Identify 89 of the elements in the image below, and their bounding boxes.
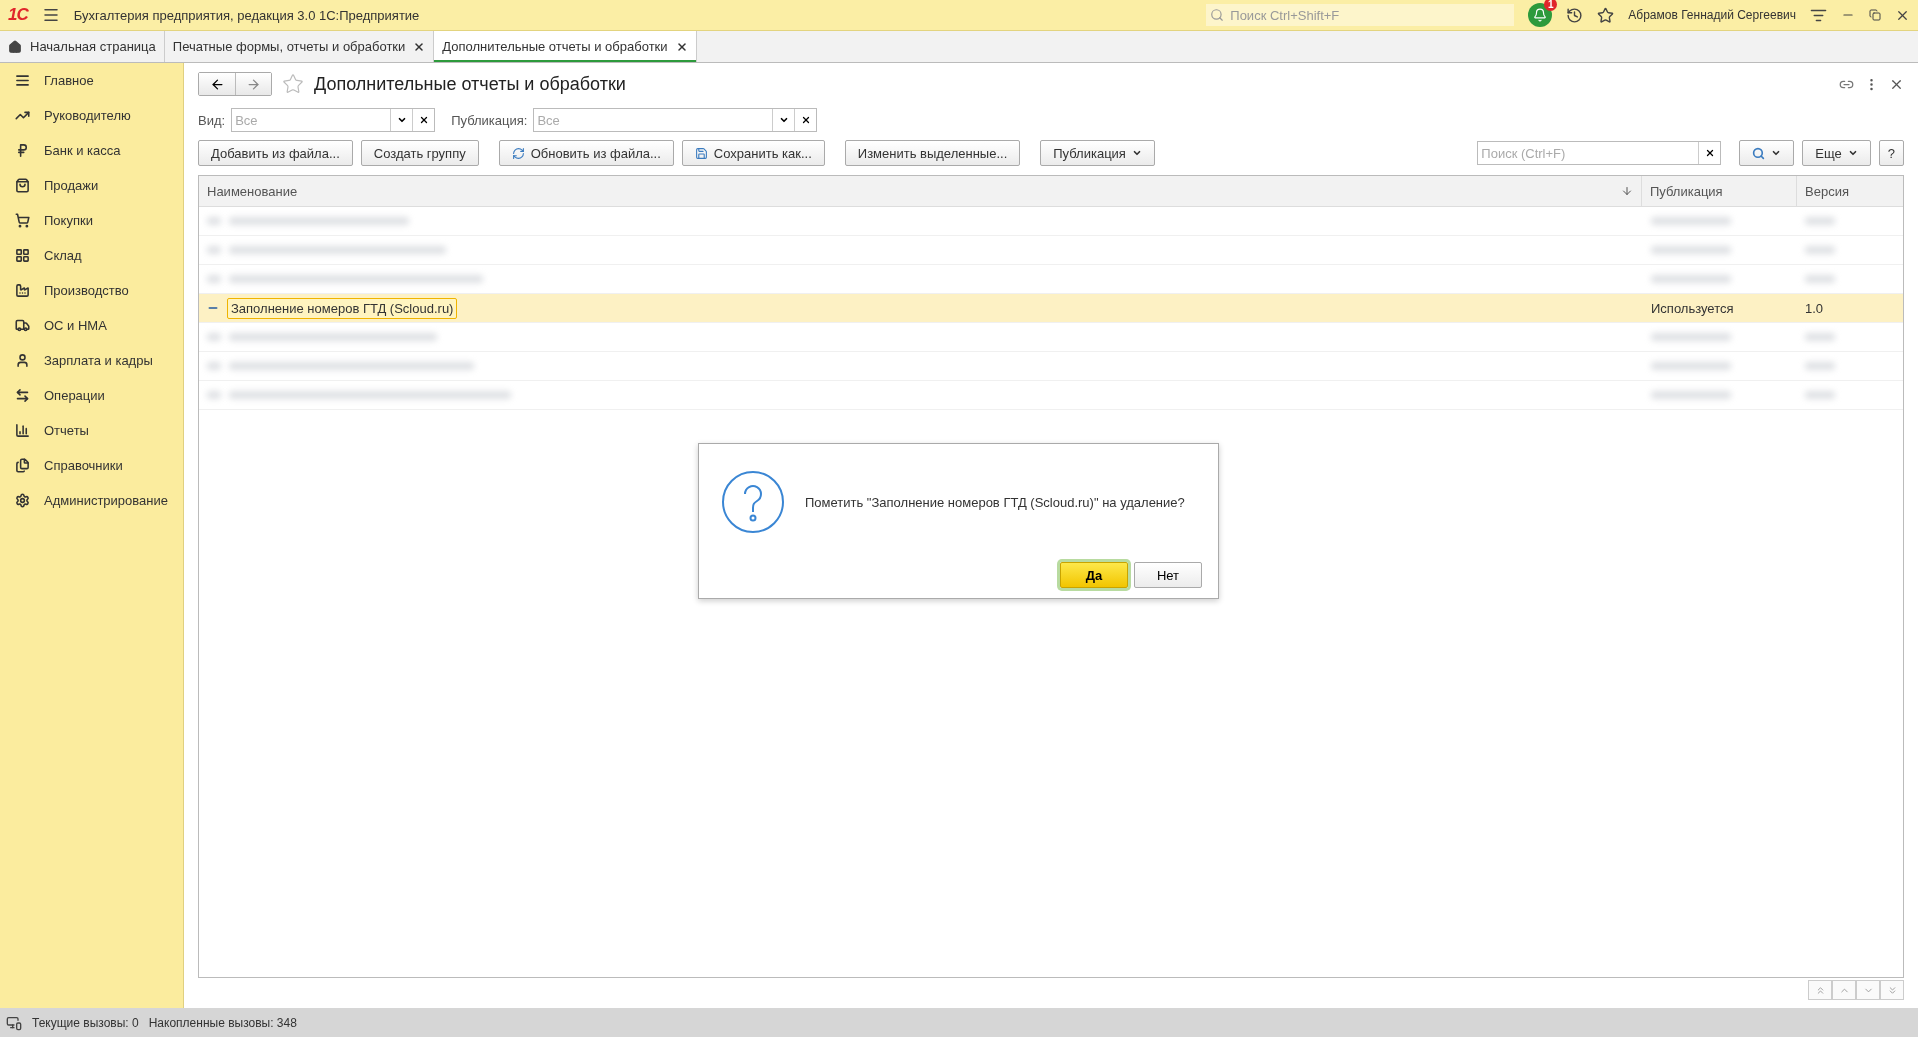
close-icon (418, 115, 429, 125)
filter-field[interactable]: Все (231, 108, 436, 132)
status-text: Текущие вызовы: 0 (32, 1015, 139, 1030)
sidebar-item[interactable]: Продажи (0, 168, 183, 203)
refresh-icon (511, 146, 525, 160)
table-row[interactable]: Заполнение номеров ГТД (Scloud.ru) Используется 1.0 (199, 294, 1903, 323)
caret-icon (1847, 148, 1858, 158)
app-logo: 1С (8, 5, 28, 25)
restore-icon[interactable] (1869, 9, 1881, 21)
bag-icon (15, 178, 30, 193)
person-icon (15, 353, 30, 368)
caret-icon (396, 115, 407, 125)
search-field[interactable]: Поиск (Ctrl+F) (1477, 141, 1722, 165)
toolbar-button[interactable]: Изменить выделенные... (844, 140, 1021, 166)
user-name[interactable]: Абрамов Геннадий Сергеевич (1628, 8, 1796, 22)
sidebar-item[interactable]: Отчеты (0, 413, 183, 448)
form-title: Дополнительные отчеты и обработки (314, 73, 627, 95)
close-icon[interactable] (413, 40, 426, 53)
bar-chart-icon (15, 423, 30, 438)
truck-icon (15, 318, 30, 333)
toolbar-button[interactable]: Обновить из файла... (498, 140, 674, 166)
table-cell: 1.0 (1805, 300, 1824, 316)
menu-icon (15, 73, 30, 88)
calls-icon[interactable] (6, 1014, 22, 1031)
more-button[interactable]: Еще (1802, 140, 1871, 166)
sidebar-item[interactable]: Руководителю (0, 98, 183, 133)
dialog-button[interactable]: Да (1060, 562, 1128, 588)
sidebar-item[interactable]: Администрирование (0, 483, 183, 518)
status-text: Накопленные вызовы: 348 (148, 1015, 297, 1030)
tab[interactable]: Дополнительные отчеты и обработки (434, 31, 697, 62)
sort-icon (1621, 185, 1633, 197)
star-icon[interactable] (1597, 6, 1615, 24)
caret-icon (1771, 148, 1782, 158)
search-input[interactable]: Поиск Ctrl+Shift+F (1228, 6, 1511, 24)
search-icon (1752, 146, 1766, 160)
arrows-icon (15, 388, 30, 403)
sidebar-item[interactable]: ОС и НМА (0, 308, 183, 343)
settings-icon (15, 493, 30, 508)
home-icon (8, 39, 22, 54)
history-icon[interactable] (1566, 6, 1584, 24)
sidebar-item[interactable]: Банк и касса (0, 133, 183, 168)
tab[interactable]: Начальная страница (0, 31, 165, 62)
back-button[interactable] (199, 73, 235, 95)
tab-label: Дополнительные отчеты и обработки (442, 39, 668, 54)
close-icon[interactable] (675, 40, 688, 53)
search-icon (1210, 8, 1225, 22)
toolbar-button[interactable]: Сохранить как... (681, 140, 825, 166)
bell-icon (1533, 8, 1548, 22)
sidebar-item[interactable]: Операции (0, 378, 183, 413)
star-icon[interactable] (282, 73, 304, 95)
sidebar-item[interactable]: Зарплата и кадры (0, 343, 183, 378)
toolbar-button[interactable]: Добавить из файла... (198, 140, 353, 166)
search-button[interactable] (1739, 140, 1795, 166)
sidebar-item[interactable]: Покупки (0, 203, 183, 238)
dialog-button[interactable]: Нет (1134, 562, 1202, 588)
app-title: Бухгалтерия предприятия, редакция 3.0 1С:Предприятие (73, 7, 421, 23)
grid-icon (15, 248, 30, 263)
help-button[interactable]: ? (1878, 140, 1904, 166)
column-header[interactable]: Публикация (1641, 176, 1796, 206)
close-icon (1704, 148, 1715, 158)
cart-icon (15, 213, 30, 228)
sidebar-item[interactable]: Справочники (0, 448, 183, 483)
filter-field[interactable]: Все (533, 108, 818, 132)
notification-badge: 1 (1544, 0, 1558, 11)
sidebar-item[interactable]: Производство (0, 273, 183, 308)
table-cell: Используется (1651, 300, 1734, 316)
caret-icon (1131, 148, 1142, 158)
factory-icon (15, 283, 30, 298)
column-header[interactable]: Наименование (199, 176, 1641, 206)
column-header[interactable]: Версия (1796, 176, 1903, 206)
dialog-message: Пометить "Заполнение номеров ГТД (Scloud.ru)" на удаление? (805, 494, 1185, 510)
save-icon (694, 146, 708, 160)
arrow-right-icon (246, 76, 261, 92)
filter-label: Вид: (198, 112, 226, 128)
caret-icon (778, 115, 789, 125)
global-search-field[interactable]: Поиск Ctrl+Shift+F (1206, 4, 1515, 26)
toolbar-button[interactable]: Создать группу (360, 140, 479, 166)
sidebar-item[interactable]: Главное (0, 63, 183, 98)
files-icon (15, 458, 30, 473)
ruble-icon (15, 143, 30, 158)
table-cell: Заполнение номеров ГТД (Scloud.ru) (227, 297, 458, 319)
sidebar-item[interactable]: Склад (0, 238, 183, 273)
toolbar-button[interactable]: Публикация (1040, 140, 1155, 166)
tab-label: Печатные формы, отчеты и обработки (172, 39, 406, 54)
question-icon (721, 470, 785, 534)
filter-label: Публикация: (451, 112, 528, 128)
close-icon (800, 115, 811, 125)
menu-icon[interactable] (41, 6, 60, 24)
tab-label: Начальная страница (30, 39, 156, 54)
